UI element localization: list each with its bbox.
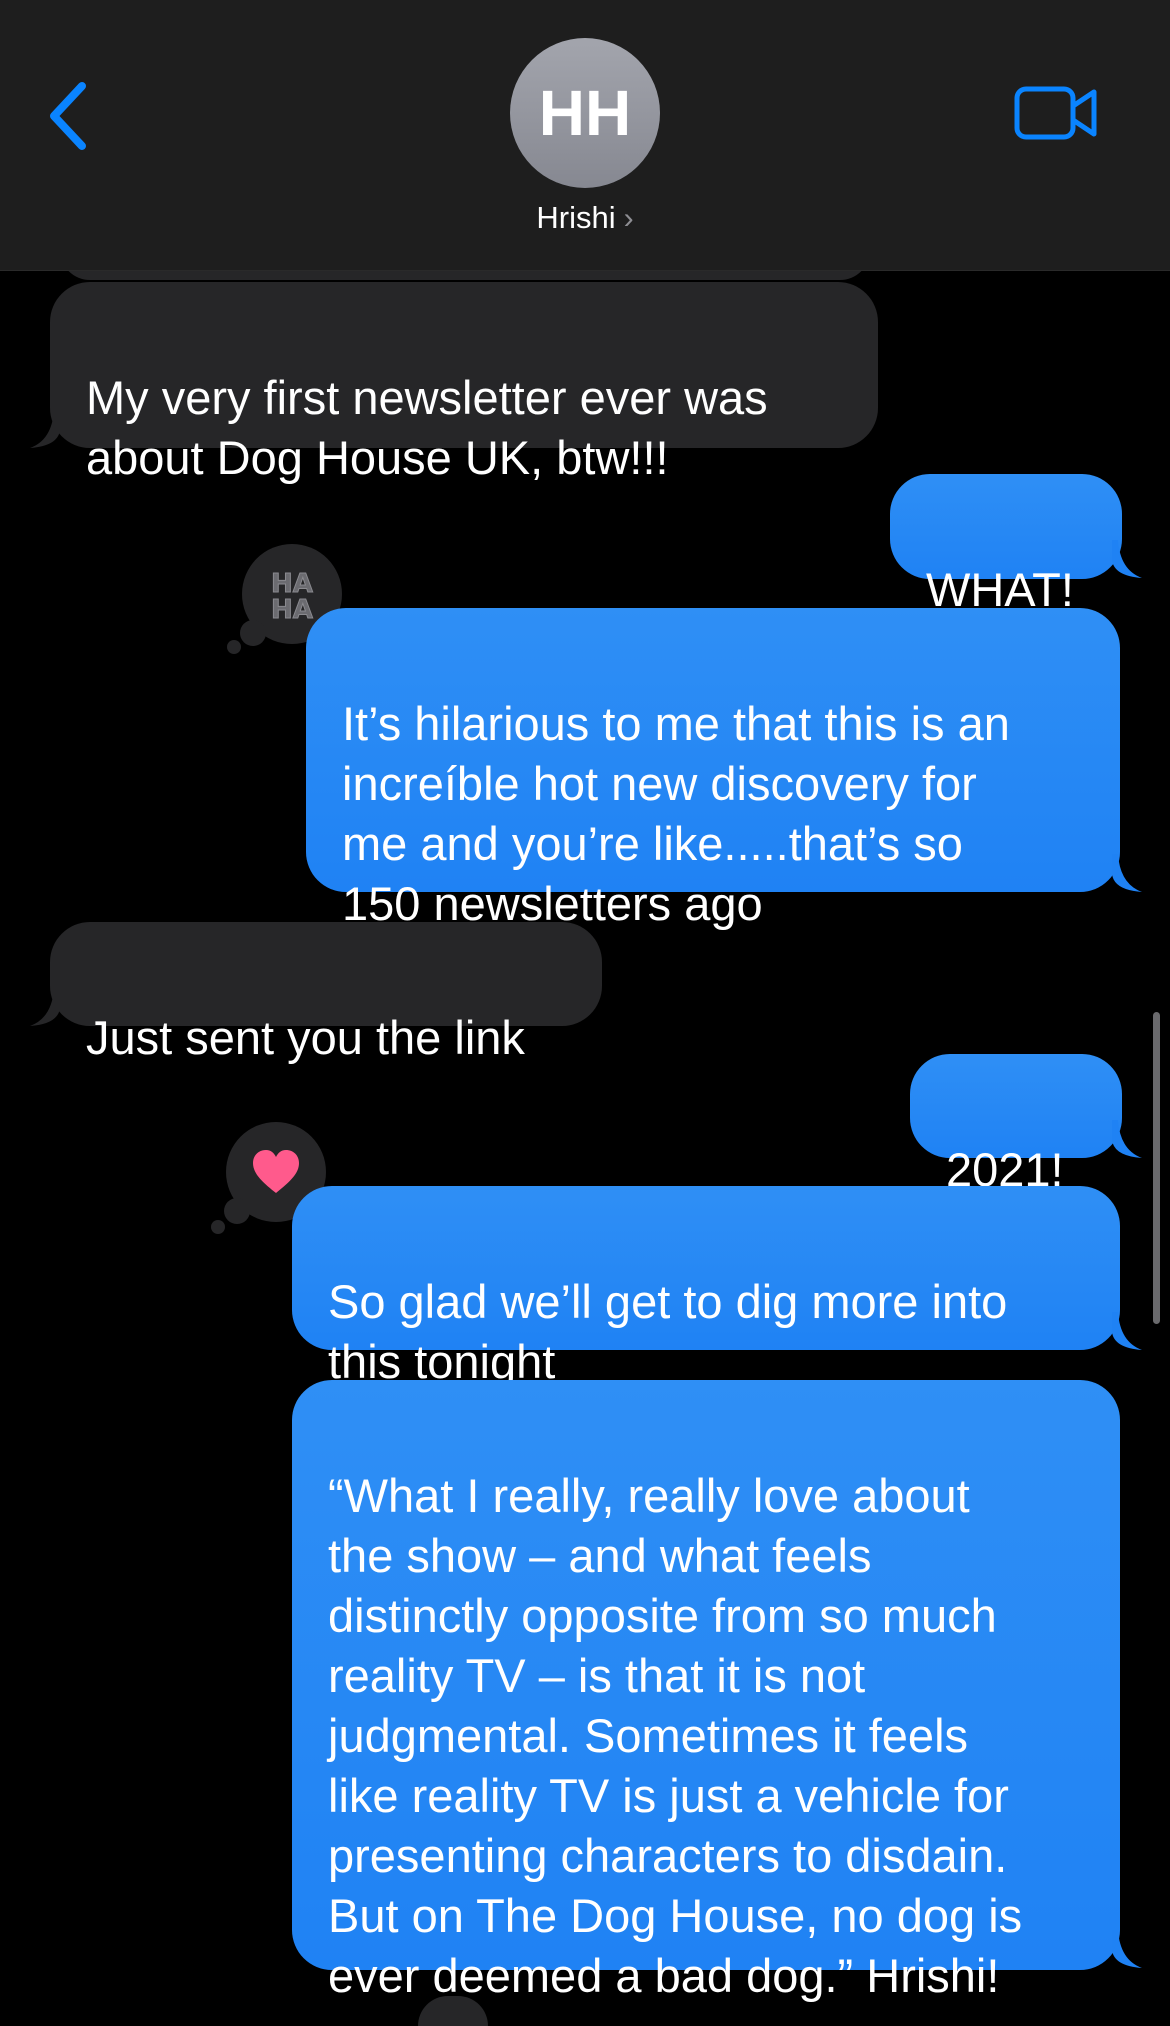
bubble-tail [30,410,60,448]
message-text: “What I really, really love about the sh… [328,1469,1023,2002]
outgoing-message[interactable]: 2021! [910,1054,1122,1196]
svg-text:HA: HA [271,595,313,624]
contact-avatar[interactable]: HH [510,38,660,188]
bubble-tail [1112,854,1142,892]
bubble-tail [1112,1930,1142,1968]
outgoing-message[interactable]: WHAT! [890,474,1122,616]
tapback-bubble-dot [224,1198,250,1224]
contact-name-label: Hrishi [536,200,616,235]
tapback-bubble-dot [211,1220,225,1234]
message-text: So glad we’ll get to dig more into this … [328,1275,1008,1388]
heart-icon [253,1150,299,1193]
scrollbar[interactable] [1153,1012,1160,1324]
haha-icon: HA HA [271,569,314,625]
outgoing-message[interactable]: “What I really, really love about the sh… [292,1380,1120,2002]
back-button[interactable] [42,76,102,156]
bubble-tail [30,988,60,1026]
bubble-tail [1112,540,1142,578]
facetime-video-button[interactable] [1014,86,1098,140]
tapback-bubble-dot [240,620,266,646]
message-text: It’s hilarious to me that this is an inc… [342,697,1010,930]
conversation-header: HH Hrishi › [0,0,1170,271]
outgoing-message[interactable]: So glad we’ll get to dig more into this … [292,1186,1120,1388]
message-text: My very first newsletter ever was about … [86,371,768,484]
video-camera-icon [1014,86,1097,140]
chevron-left-icon [50,82,86,150]
bubble-tail [1112,1312,1142,1350]
tapback-bubble-dot [227,640,241,654]
outgoing-message[interactable]: It’s hilarious to me that this is an inc… [306,608,1120,930]
incoming-message[interactable]: Just sent you the link [50,922,602,1064]
bubble-tail [1112,1120,1142,1158]
contact-name-button[interactable]: Hrishi › [0,200,1170,236]
message-text: Just sent you the link [86,1011,525,1064]
incoming-message[interactable]: My very first newsletter ever was about … [50,282,878,484]
chevron-right-icon: › [623,202,634,235]
